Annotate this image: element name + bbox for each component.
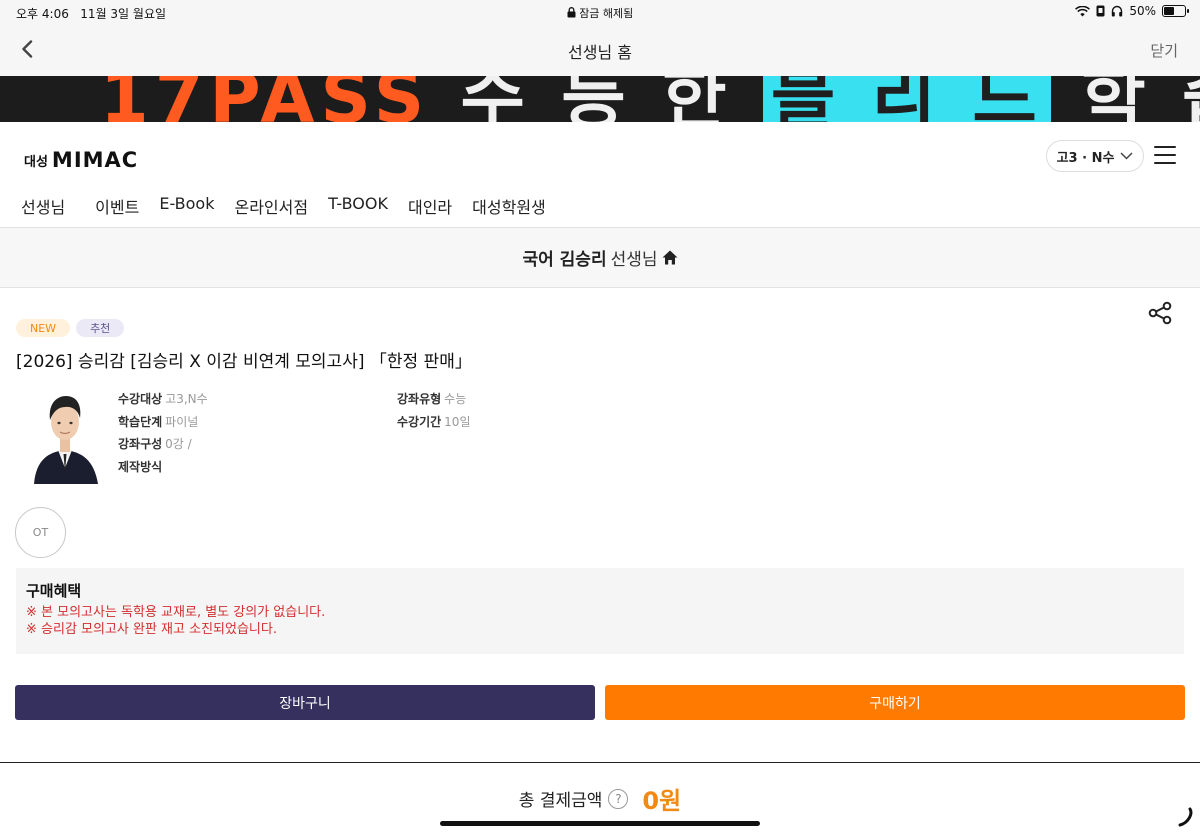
teacher-home-link[interactable]: 국어 김승리 선생님 [0, 228, 1200, 288]
main-nav: 선생님 이벤트 E-Book 온라인서점 T-BOOK 대인라 대성학원생 [21, 194, 546, 218]
wifi-icon [1075, 5, 1091, 16]
site-logo[interactable]: 대성 MIMAC [24, 148, 138, 172]
grade-select[interactable]: 고3 · N수 [1046, 140, 1144, 172]
phone-icon[interactable] [1176, 806, 1194, 828]
purchase-benefit-box: 구매혜택 ※ 본 모의고사는 독학용 교재로, 별도 강의가 없습니다. ※ 승… [16, 568, 1184, 654]
lock-status: 잠금 해제됨 [0, 5, 1200, 21]
info-row-stage: 학습단계 파이널 [118, 411, 208, 434]
add-to-cart-button[interactable]: 장바구니 [15, 685, 595, 720]
info-label: 수강대상 [118, 392, 163, 406]
info-label: 강좌유형 [397, 392, 442, 406]
browser-header: 선생님 홈 닫기 [0, 24, 1200, 76]
banner-text-orange: 17PASS [100, 76, 431, 122]
buy-button[interactable]: 구매하기 [605, 685, 1185, 720]
nav-item-teachers[interactable]: 선생님 [21, 194, 65, 218]
promo-banner[interactable]: 17PASS 수 등 한 블 리 드 학 습 전 략 [0, 76, 1200, 122]
chevron-down-icon [1120, 152, 1133, 160]
orientation-lock-icon [1096, 5, 1105, 17]
info-value: 10일 [444, 414, 471, 429]
product-title: [2026] 승리감 [김승리 X 이감 비연계 모의고사] 「한정 판매」 [16, 352, 472, 372]
banner-text-prefix: 수 등 한 [460, 76, 733, 122]
close-button[interactable]: 닫기 [1150, 40, 1178, 61]
share-icon[interactable] [1147, 300, 1173, 326]
battery-percent: 50% [1129, 4, 1156, 18]
product-badges: NEW 추천 [16, 319, 125, 337]
info-label: 강좌구성 [118, 437, 163, 451]
total-label: 총 결제금액 [518, 791, 603, 811]
menu-icon[interactable] [1154, 146, 1176, 164]
nav-item-online-bookstore[interactable]: 온라인서점 [234, 194, 308, 218]
nav-item-daeinra[interactable]: 대인라 [408, 194, 452, 218]
logo-sub: 대성 [24, 154, 48, 170]
info-label: 제작방식 [118, 459, 163, 474]
headphones-icon [1112, 5, 1123, 17]
battery-icon [1162, 5, 1189, 17]
nav-item-tbook[interactable]: T-BOOK [328, 194, 388, 218]
info-value: 0강 / [165, 437, 192, 451]
badge-new: NEW [16, 319, 71, 337]
benefit-title: 구매혜택 [26, 582, 82, 600]
ot-button[interactable]: OT [15, 507, 66, 558]
menu-icon-line [1154, 162, 1176, 164]
logo-main: MIMAC [51, 148, 139, 172]
menu-icon-line [1154, 146, 1176, 148]
info-value: 고3,N수 [165, 392, 208, 406]
menu-icon-line [1154, 154, 1176, 156]
teacher-suffix: 선생님 [610, 250, 658, 270]
home-indicator [440, 821, 760, 826]
banner-text-suffix: 학 습 전 략 [1081, 76, 1200, 122]
info-row-composition: 강좌구성 0강 / [118, 433, 208, 456]
grade-select-value: 고3 · N수 [1056, 150, 1115, 166]
promo-banner-text: 17PASS 수 등 한 블 리 드 학 습 전 략 [100, 76, 1200, 122]
status-indicators: 50% [1075, 4, 1189, 18]
browser-title: 선생님 홈 [568, 43, 632, 62]
site-header: 대성 MIMAC 고3 · N수 선생님 이벤트 E-Book 온라인서점 T-… [0, 122, 1200, 228]
info-row-target: 수강대상 고3,N수 [118, 388, 208, 411]
product-info-right: 강좌유형 수능 수강기간 10일 [397, 388, 470, 433]
total-summary: 총 결제금액 ? 0원 [0, 781, 1200, 816]
benefit-notice: ※ 본 모의고사는 독학용 교재로, 별도 강의가 없습니다. [26, 605, 326, 620]
banner-text-cyan: 블 리 드 [762, 76, 1051, 122]
lock-icon [567, 7, 576, 18]
info-row-period: 수강기간 10일 [397, 411, 470, 434]
teacher-photo [28, 388, 102, 484]
total-amount: 0원 [642, 787, 682, 815]
battery-level [1164, 7, 1174, 15]
info-value: 파이널 [165, 414, 199, 429]
nav-item-academy-students[interactable]: 대성학원생 [472, 194, 546, 218]
info-row-type: 강좌유형 수능 [397, 388, 470, 411]
info-label: 학습단계 [118, 414, 163, 429]
nav-item-ebook[interactable]: E-Book [159, 194, 214, 218]
product-info-left: 수강대상 고3,N수 학습단계 파이널 강좌구성 0강 / 제작방식 [118, 388, 208, 478]
nav-item-events[interactable]: 이벤트 [95, 194, 139, 218]
lock-status-text: 잠금 해제됨 [579, 7, 634, 20]
home-icon [662, 250, 678, 265]
benefit-notice: ※ 승리감 모의고사 완판 재고 소진되었습니다. [26, 622, 277, 637]
info-value: 수능 [444, 392, 467, 406]
status-bar: 오후 4:06 11월 3일 월요일 잠금 해제됨 50% [0, 0, 1200, 24]
teacher-name: 국어 김승리 [522, 250, 607, 270]
info-row-production: 제작방식 [118, 456, 208, 479]
help-icon[interactable]: ? [608, 788, 629, 809]
badge-recommended: 추천 [76, 319, 125, 337]
info-label: 수강기간 [397, 414, 442, 429]
